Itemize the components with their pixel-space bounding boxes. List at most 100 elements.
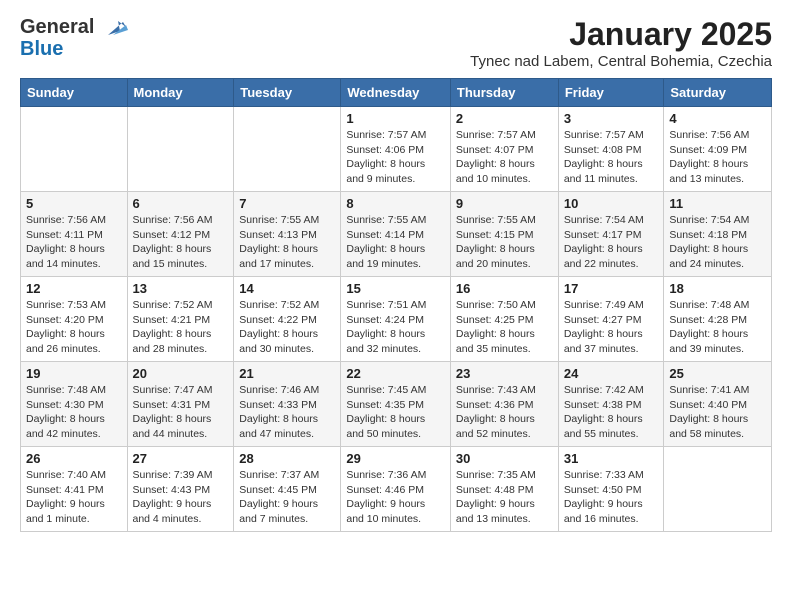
logo-icon bbox=[98, 17, 128, 37]
weekday-header-tuesday: Tuesday bbox=[234, 79, 341, 107]
day-info: Sunrise: 7:53 AMSunset: 4:20 PMDaylight:… bbox=[26, 298, 122, 357]
week-row-3: 12 Sunrise: 7:53 AMSunset: 4:20 PMDayligh… bbox=[21, 277, 772, 362]
logo: General Blue bbox=[20, 16, 128, 60]
day-cell: 23 Sunrise: 7:43 AMSunset: 4:36 PMDayligh… bbox=[450, 362, 558, 447]
day-number: 13 bbox=[133, 281, 229, 296]
weekday-header-sunday: Sunday bbox=[21, 79, 128, 107]
day-cell: 26 Sunrise: 7:40 AMSunset: 4:41 PMDayligh… bbox=[21, 447, 128, 532]
weekday-header-saturday: Saturday bbox=[664, 79, 772, 107]
day-info: Sunrise: 7:40 AMSunset: 4:41 PMDaylight:… bbox=[26, 468, 122, 527]
day-number: 5 bbox=[26, 196, 122, 211]
day-cell: 7Sunrise: 7:55 AMSunset: 4:13 PMDaylight… bbox=[234, 192, 341, 277]
day-number: 3 bbox=[564, 111, 659, 126]
day-info: Sunrise: 7:57 AMSunset: 4:06 PMDaylight:… bbox=[346, 128, 445, 187]
weekday-header-thursday: Thursday bbox=[450, 79, 558, 107]
day-cell: 5 Sunrise: 7:56 AMSunset: 4:11 PMDaylight… bbox=[21, 192, 128, 277]
day-cell: 20 Sunrise: 7:47 AMSunset: 4:31 PMDayligh… bbox=[127, 362, 234, 447]
day-cell: 11Sunrise: 7:54 AMSunset: 4:18 PMDayligh… bbox=[664, 192, 772, 277]
day-number: 12 bbox=[26, 281, 122, 296]
day-number: 17 bbox=[564, 281, 659, 296]
day-number: 27 bbox=[133, 451, 229, 466]
day-info: Sunrise: 7:55 AMSunset: 4:13 PMDaylight:… bbox=[239, 213, 335, 272]
day-info: Sunrise: 7:36 AMSunset: 4:46 PMDaylight:… bbox=[346, 468, 445, 527]
day-cell bbox=[21, 107, 128, 192]
location-title: Tynec nad Labem, Central Bohemia, Czechi… bbox=[470, 53, 772, 70]
day-info: Sunrise: 7:52 AMSunset: 4:21 PMDaylight:… bbox=[133, 298, 229, 357]
day-cell: 12 Sunrise: 7:53 AMSunset: 4:20 PMDayligh… bbox=[21, 277, 128, 362]
day-cell: 10 Sunrise: 7:54 AMSunset: 4:17 PMDayligh… bbox=[558, 192, 664, 277]
day-info: Sunrise: 7:37 AMSunset: 4:45 PMDaylight:… bbox=[239, 468, 335, 527]
day-info: Sunrise: 7:48 AMSunset: 4:30 PMDaylight:… bbox=[26, 383, 122, 442]
day-number: 18 bbox=[669, 281, 766, 296]
day-cell: 1 Sunrise: 7:57 AMSunset: 4:06 PMDaylight… bbox=[341, 107, 451, 192]
day-number: 9 bbox=[456, 196, 553, 211]
day-cell: 18 Sunrise: 7:48 AMSunset: 4:28 PMDayligh… bbox=[664, 277, 772, 362]
day-cell bbox=[127, 107, 234, 192]
day-cell: 31 Sunrise: 7:33 AMSunset: 4:50 PMDayligh… bbox=[558, 447, 664, 532]
title-area: January 2025 Tynec nad Labem, Central Bo… bbox=[470, 16, 772, 70]
day-cell: 24 Sunrise: 7:42 AMSunset: 4:38 PMDayligh… bbox=[558, 362, 664, 447]
calendar: SundayMondayTuesdayWednesdayThursdayFrid… bbox=[20, 78, 772, 532]
day-info: Sunrise: 7:50 AMSunset: 4:25 PMDaylight:… bbox=[456, 298, 553, 357]
day-cell: 21 Sunrise: 7:46 AMSunset: 4:33 PMDayligh… bbox=[234, 362, 341, 447]
day-info: Sunrise: 7:56 AMSunset: 4:12 PMDaylight:… bbox=[133, 213, 229, 272]
weekday-header-friday: Friday bbox=[558, 79, 664, 107]
day-cell: 9 Sunrise: 7:55 AMSunset: 4:15 PMDaylight… bbox=[450, 192, 558, 277]
month-title: January 2025 bbox=[470, 16, 772, 53]
day-number: 8 bbox=[346, 196, 445, 211]
header: General Blue January 2025 Tynec nad Labe… bbox=[20, 16, 772, 70]
day-info: Sunrise: 7:42 AMSunset: 4:38 PMDaylight:… bbox=[564, 383, 659, 442]
day-info: Sunrise: 7:47 AMSunset: 4:31 PMDaylight:… bbox=[133, 383, 229, 442]
day-info: Sunrise: 7:54 AMSunset: 4:17 PMDaylight:… bbox=[564, 213, 659, 272]
day-cell: 14 Sunrise: 7:52 AMSunset: 4:22 PMDayligh… bbox=[234, 277, 341, 362]
week-row-2: 5 Sunrise: 7:56 AMSunset: 4:11 PMDaylight… bbox=[21, 192, 772, 277]
day-info: Sunrise: 7:57 AMSunset: 4:07 PMDaylight:… bbox=[456, 128, 553, 187]
day-info: Sunrise: 7:46 AMSunset: 4:33 PMDaylight:… bbox=[239, 383, 335, 442]
day-number: 24 bbox=[564, 366, 659, 381]
day-cell: 15Sunrise: 7:51 AMSunset: 4:24 PMDayligh… bbox=[341, 277, 451, 362]
day-number: 1 bbox=[346, 111, 445, 126]
day-info: Sunrise: 7:45 AMSunset: 4:35 PMDaylight:… bbox=[346, 383, 445, 442]
day-info: Sunrise: 7:48 AMSunset: 4:28 PMDaylight:… bbox=[669, 298, 766, 357]
day-cell: 4Sunrise: 7:56 AMSunset: 4:09 PMDaylight… bbox=[664, 107, 772, 192]
week-row-5: 26 Sunrise: 7:40 AMSunset: 4:41 PMDayligh… bbox=[21, 447, 772, 532]
weekday-header-monday: Monday bbox=[127, 79, 234, 107]
day-cell bbox=[664, 447, 772, 532]
day-info: Sunrise: 7:56 AMSunset: 4:09 PMDaylight:… bbox=[669, 128, 766, 187]
day-number: 2 bbox=[456, 111, 553, 126]
logo-general-text: General bbox=[20, 16, 94, 38]
day-cell: 13 Sunrise: 7:52 AMSunset: 4:21 PMDayligh… bbox=[127, 277, 234, 362]
day-number: 26 bbox=[26, 451, 122, 466]
day-info: Sunrise: 7:55 AMSunset: 4:15 PMDaylight:… bbox=[456, 213, 553, 272]
day-number: 23 bbox=[456, 366, 553, 381]
day-cell: 29 Sunrise: 7:36 AMSunset: 4:46 PMDayligh… bbox=[341, 447, 451, 532]
day-cell: 27Sunrise: 7:39 AMSunset: 4:43 PMDayligh… bbox=[127, 447, 234, 532]
day-number: 21 bbox=[239, 366, 335, 381]
day-info: Sunrise: 7:33 AMSunset: 4:50 PMDaylight:… bbox=[564, 468, 659, 527]
day-cell: 28 Sunrise: 7:37 AMSunset: 4:45 PMDayligh… bbox=[234, 447, 341, 532]
day-number: 31 bbox=[564, 451, 659, 466]
day-number: 28 bbox=[239, 451, 335, 466]
day-info: Sunrise: 7:41 AMSunset: 4:40 PMDaylight:… bbox=[669, 383, 766, 442]
day-cell: 17 Sunrise: 7:49 AMSunset: 4:27 PMDayligh… bbox=[558, 277, 664, 362]
day-info: Sunrise: 7:35 AMSunset: 4:48 PMDaylight:… bbox=[456, 468, 553, 527]
day-cell: 22Sunrise: 7:45 AMSunset: 4:35 PMDayligh… bbox=[341, 362, 451, 447]
day-number: 29 bbox=[346, 451, 445, 466]
day-info: Sunrise: 7:52 AMSunset: 4:22 PMDaylight:… bbox=[239, 298, 335, 357]
day-number: 6 bbox=[133, 196, 229, 211]
week-row-4: 19Sunrise: 7:48 AMSunset: 4:30 PMDayligh… bbox=[21, 362, 772, 447]
day-number: 16 bbox=[456, 281, 553, 296]
logo-blue-text: Blue bbox=[20, 38, 128, 60]
day-info: Sunrise: 7:51 AMSunset: 4:24 PMDaylight:… bbox=[346, 298, 445, 357]
day-cell bbox=[234, 107, 341, 192]
day-info: Sunrise: 7:43 AMSunset: 4:36 PMDaylight:… bbox=[456, 383, 553, 442]
day-info: Sunrise: 7:56 AMSunset: 4:11 PMDaylight:… bbox=[26, 213, 122, 272]
day-number: 10 bbox=[564, 196, 659, 211]
day-cell: 25Sunrise: 7:41 AMSunset: 4:40 PMDayligh… bbox=[664, 362, 772, 447]
day-info: Sunrise: 7:55 AMSunset: 4:14 PMDaylight:… bbox=[346, 213, 445, 272]
day-number: 20 bbox=[133, 366, 229, 381]
day-info: Sunrise: 7:57 AMSunset: 4:08 PMDaylight:… bbox=[564, 128, 659, 187]
day-info: Sunrise: 7:49 AMSunset: 4:27 PMDaylight:… bbox=[564, 298, 659, 357]
day-cell: 19Sunrise: 7:48 AMSunset: 4:30 PMDayligh… bbox=[21, 362, 128, 447]
day-number: 14 bbox=[239, 281, 335, 296]
